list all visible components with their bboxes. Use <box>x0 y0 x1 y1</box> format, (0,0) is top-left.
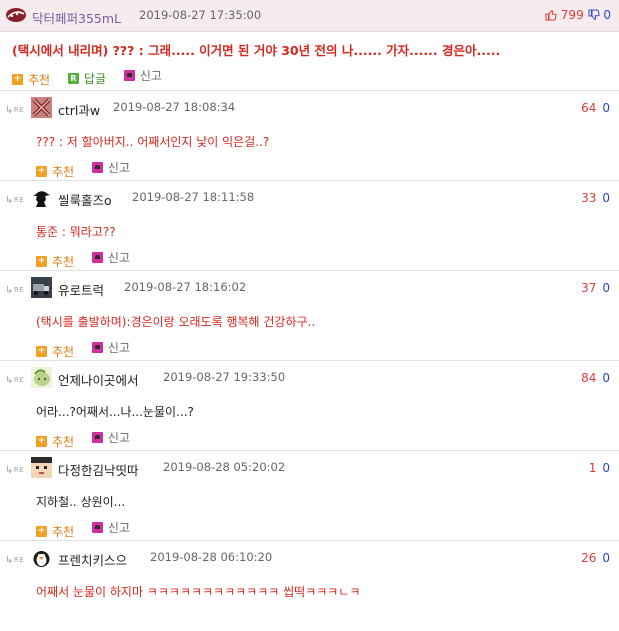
comment-downvote-count[interactable]: 0 <box>602 101 610 115</box>
comment-actions: + 추천 신고 <box>36 519 144 540</box>
post-upvote-count: 799 <box>560 8 584 22</box>
post-date: 2019-08-27 17:35:00 <box>139 8 262 22</box>
reply-indicator: ↳RE <box>5 465 25 476</box>
post-downvote-count: 0 <box>603 8 611 22</box>
comment: ↳RE 씰룩홀즈o 2019-08-27 18:11:58 33 0 통준 : 뭐… <box>0 181 619 271</box>
plus-icon: + <box>12 74 23 85</box>
comment: ↳RE 프렌치키스으 2019-08-28 06:10:20 26 0 어째서 눈… <box>0 541 619 631</box>
post-author-link[interactable]: 닥터페퍼355mL <box>32 8 121 27</box>
commenter-name[interactable]: 유로트럭 <box>58 280 104 299</box>
comment-downvote-count[interactable]: 0 <box>602 281 610 295</box>
comment-actions: + 추천 신고 <box>36 159 144 180</box>
comment-votes: 26 0 <box>581 551 610 565</box>
penguin-avatar-icon[interactable] <box>31 547 52 568</box>
comment-upvote-count[interactable]: 33 <box>581 191 596 205</box>
green-character-avatar-icon[interactable] <box>31 367 52 388</box>
comment-text: (택시를 출발하며):경은이랑 오래도록 행복해 건강하구.. <box>36 315 316 329</box>
comment-text: 지하철.. 상원이... <box>36 495 126 509</box>
pixel-face-avatar-icon[interactable] <box>31 457 52 478</box>
comment-downvote-count[interactable]: 0 <box>602 551 610 565</box>
comment: ↳RE 다정한김낙띳따 2019-08-28 05:20:02 10 지하철..… <box>0 451 619 541</box>
recommend-button[interactable]: + 추천 <box>36 253 74 270</box>
comment-actions: + 추천 신고 <box>36 249 144 270</box>
comment-upvote-count[interactable]: 1 <box>589 461 597 475</box>
post-title: (택시에서 내리며) ??? : 그래..... 이거면 된 거야 30년 전의… <box>12 43 501 58</box>
thumbs-up-icon[interactable] <box>545 9 557 24</box>
reply-button[interactable]: R 답글 <box>67 70 106 87</box>
post-actions: + 추천 R 답글 신고 <box>12 67 176 88</box>
report-button[interactable]: 신고 <box>91 339 130 356</box>
comment-text: 통준 : 뭐라고?? <box>36 225 116 239</box>
comment: ↳RE ctrl과w 2019-08-27 18:08:34 64 0 ??? :… <box>0 91 619 181</box>
plus-icon: + <box>36 256 47 267</box>
x-avatar-icon[interactable] <box>31 97 52 118</box>
post-header: 닥터페퍼355mL 2019-08-27 17:35:00 799 0 <box>0 0 619 32</box>
comment-actions: + 추천 신고 <box>36 429 144 450</box>
comment-upvote-count[interactable]: 37 <box>581 281 596 295</box>
comment-votes: 10 <box>589 461 610 475</box>
detective-silhouette-icon[interactable] <box>31 187 52 208</box>
commenter-name[interactable]: 프렌치키스으 <box>58 550 127 569</box>
recommend-button[interactable]: + 추천 <box>36 163 74 180</box>
comment-votes: 64 0 <box>581 101 610 115</box>
comment-upvote-count[interactable]: 64 <box>581 101 596 115</box>
comment-text: ??? : 저 할아버지.. 어째서인지 낯이 익은걸..? <box>36 135 270 149</box>
comment-date: 2019-08-27 19:33:50 <box>163 370 286 384</box>
comment: ↳RE 유로트럭 2019-08-27 18:16:02 37 0 (택시를 출발… <box>0 271 619 361</box>
report-siren-icon <box>91 342 103 353</box>
plus-icon: + <box>36 346 47 357</box>
recommend-button[interactable]: + 추천 <box>36 433 74 450</box>
report-button[interactable]: 신고 <box>123 67 162 84</box>
comment-date: 2019-08-27 18:16:02 <box>124 280 247 294</box>
recommend-button[interactable]: + 추천 <box>36 523 74 540</box>
comment-date: 2019-08-28 05:20:02 <box>163 460 286 474</box>
dr-pepper-logo-icon <box>5 6 27 24</box>
report-siren-icon <box>91 522 103 533</box>
thumbs-down-icon[interactable] <box>588 9 600 24</box>
reply-indicator: ↳RE <box>5 195 25 206</box>
plus-icon: + <box>36 166 47 177</box>
comment-date: 2019-08-27 18:11:58 <box>132 190 255 204</box>
comment-actions: + 추천 신고 <box>36 339 144 360</box>
comment-downvote-count[interactable]: 0 <box>602 191 610 205</box>
comment-text: 어째서 눈물이 하지마 ㅋㅋㅋㅋㅋㅋㅋㅋㅋㅋㅋㅋ 씹떡ㅋㅋㅋㄴㅋ <box>36 585 361 599</box>
plus-icon: + <box>36 436 47 447</box>
report-button[interactable]: 신고 <box>91 249 130 266</box>
comment-votes: 33 0 <box>581 191 610 205</box>
report-siren-icon <box>91 252 103 263</box>
comment-upvote-count[interactable]: 26 <box>581 551 596 565</box>
report-siren-icon <box>91 432 103 443</box>
comment-votes: 37 0 <box>581 281 610 295</box>
recommend-button[interactable]: + 추천 <box>36 343 74 360</box>
comment-text: 어라...?어째서...나...눈물이...? <box>36 405 194 419</box>
report-siren-icon <box>123 70 135 81</box>
report-button[interactable]: 신고 <box>91 159 130 176</box>
reply-indicator: ↳RE <box>5 555 25 566</box>
reply-icon: R <box>67 73 79 84</box>
commenter-name[interactable]: ctrl과w <box>58 100 100 119</box>
comment-date: 2019-08-28 06:10:20 <box>150 550 273 564</box>
truck-avatar-icon[interactable] <box>31 277 52 298</box>
comment: ↳RE 언제나이곳에서 2019-08-27 19:33:50 84 0 어라..… <box>0 361 619 451</box>
comment-downvote-count[interactable]: 0 <box>602 461 610 475</box>
reply-indicator: ↳RE <box>5 105 25 116</box>
plus-icon: + <box>36 526 47 537</box>
comment-downvote-count[interactable]: 0 <box>602 371 610 385</box>
report-siren-icon <box>91 162 103 173</box>
commenter-name[interactable]: 다정한김낙띳따 <box>58 460 139 479</box>
recommend-button[interactable]: + 추천 <box>12 71 50 88</box>
comment-votes: 84 0 <box>581 371 610 385</box>
comment-date: 2019-08-27 18:08:34 <box>113 100 236 114</box>
report-button[interactable]: 신고 <box>91 519 130 536</box>
commenter-name[interactable]: 언제나이곳에서 <box>58 370 139 389</box>
reply-indicator: ↳RE <box>5 285 25 296</box>
commenter-name[interactable]: 씰룩홀즈o <box>58 190 112 209</box>
report-button[interactable]: 신고 <box>91 429 130 446</box>
post-votes: 799 0 <box>545 8 611 24</box>
reply-indicator: ↳RE <box>5 375 25 386</box>
comment-upvote-count[interactable]: 84 <box>581 371 596 385</box>
